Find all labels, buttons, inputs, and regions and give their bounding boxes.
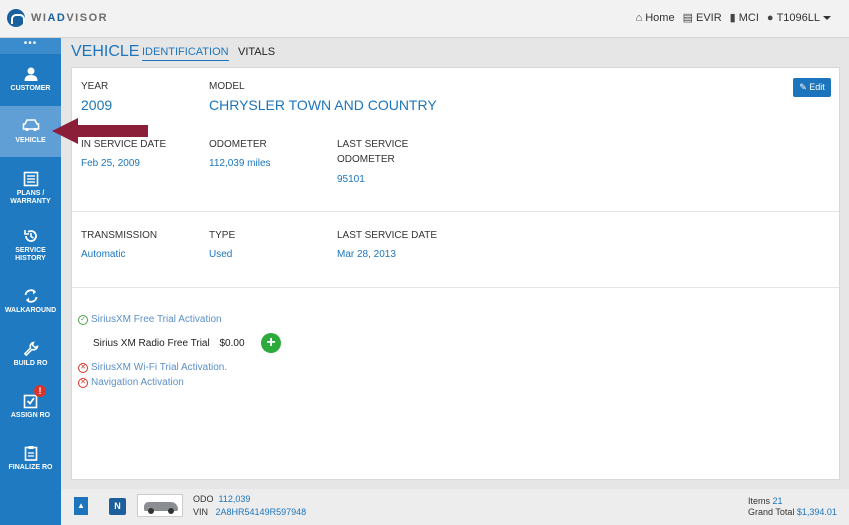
brand-name: WIADVISOR [31,12,109,24]
mopar-logo-icon [7,9,25,27]
page-title: VEHICLE [71,43,140,60]
person-icon [22,66,40,82]
sidebar: ••• CUSTOMER VEHICLE PLANS / WARRANTY SE… [0,38,61,525]
app-logo[interactable]: WIADVISOR [7,9,108,27]
year-value: 2009 [81,97,113,113]
siriusxm-trial-activation-link[interactable]: ✓ SiriusXM Free Trial Activation [78,314,222,325]
evir-link[interactable]: ▤ EVIR [682,11,722,25]
x-circle-icon: ✕ [78,377,88,388]
sidebar-item-build-ro[interactable]: BUILD RO [0,329,61,380]
wrench-icon [22,341,40,357]
footer-bar: ▲ N ODO 112,039 VIN 2A8HR54149R597948 It… [61,489,849,525]
user-icon: ● [766,11,774,24]
car-icon [22,118,40,134]
list-icon [22,171,40,187]
sirius-radio-price: $0.00 [219,338,245,349]
top-bar: WIADVISOR ⌂ Home ▤ EVIR ▮ MCI ● T1096LL [0,0,849,38]
sidebar-item-assign-ro[interactable]: ! ASSIGN RO [0,381,61,432]
user-menu[interactable]: ● T1096LL [767,12,831,24]
divider [72,287,839,288]
footer-vin: VIN 2A8HR54149R597948 [193,507,307,517]
add-button[interactable]: + [261,333,281,353]
footer-items: Items 21 [748,496,783,506]
odometer-value: 112,039 miles [209,158,271,169]
model-value: CHRYSLER TOWN AND COUNTRY [209,97,437,113]
home-link[interactable]: ⌂ Home [636,12,675,24]
history-icon [22,228,40,244]
sidebar-item-finalize-ro[interactable]: FINALIZE RO [0,433,61,484]
last-service-date-value: Mar 28, 2013 [337,249,396,260]
odometer-label: ODOMETER [209,139,267,150]
type-value: Used [209,249,233,260]
divider [72,211,839,212]
tab-vitals[interactable]: VITALS [238,46,275,60]
sidebar-item-customer[interactable]: CUSTOMER [0,54,61,105]
year-label: YEAR [81,81,109,92]
tab-identification[interactable]: IDENTIFICATION [142,46,229,61]
last-service-odometer-label: LAST SERVICE ODOMETER [337,139,409,165]
file-icon: ▮ [729,12,736,24]
pdf-icon[interactable]: ▲ [74,497,88,515]
siriusxm-wifi-trial-activation-link[interactable]: ✕ SiriusXM Wi-Fi Trial Activation. [78,362,227,373]
pointer-arrow-icon [52,118,148,144]
mci-link[interactable]: ▮ MCI [729,11,759,25]
check-circle-icon: ✓ [78,314,88,325]
home-icon: ⌂ [635,11,643,24]
footer-grand-total: Grand Total $1,394.01 [748,507,837,517]
vehicle-details-card: ✎ Edit YEAR 2009 MODEL CHRYSLER TOWN AND… [71,67,840,480]
type-label: TYPE [209,230,236,241]
transmission-value: Automatic [81,249,126,260]
clipboard-icon [22,445,40,461]
sidebar-more-button[interactable]: ••• [0,38,61,54]
sidebar-item-walkaround[interactable]: WALKAROUND [0,276,61,327]
pencil-icon: ✎ [799,82,807,92]
document-icon: ▤ [682,12,693,24]
alert-badge: ! [34,385,46,397]
transmission-label: TRANSMISSION [81,230,158,241]
navigation-activation-link[interactable]: ✕ Navigation Activation [78,377,184,388]
edit-button[interactable]: ✎ Edit [793,78,831,97]
top-nav: ⌂ Home ▤ EVIR ▮ MCI ● T1096LL [628,11,831,24]
sidebar-item-plans-warranty[interactable]: PLANS / WARRANTY [0,159,61,210]
n-button[interactable]: N [109,498,126,515]
chevron-down-icon [823,15,831,20]
vehicle-thumbnail [137,494,183,517]
plus-icon: + [266,334,276,351]
sidebar-item-service-history[interactable]: SERVICE HISTORY [0,216,61,267]
model-label: MODEL [209,81,245,92]
refresh-icon [22,288,40,304]
sirius-radio-item: Sirius XM Radio Free Trial $0.00 [93,338,245,349]
last-service-odometer-value: 95101 [337,174,365,185]
footer-odo: ODO 112,039 [193,494,251,504]
last-service-date-label: LAST SERVICE DATE [337,230,438,241]
in-service-date-value: Feb 25, 2009 [81,158,140,169]
x-circle-icon: ✕ [78,362,88,373]
